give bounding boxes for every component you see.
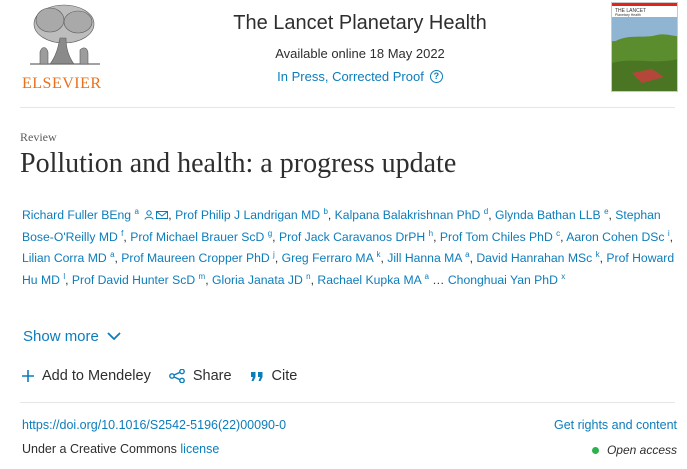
doi-link[interactable]: https://doi.org/10.1016/S2542-5196(22)00… [22, 418, 286, 432]
author-link[interactable]: Aaron Cohen DSc i [566, 229, 669, 244]
open-access-label: Open access [606, 443, 677, 457]
cite-label: Cite [271, 368, 298, 384]
author-link[interactable]: Chonghuai Yan PhD x [448, 272, 565, 287]
author-link[interactable]: Jill Hanna MA a [387, 250, 469, 265]
article-type: Review [20, 130, 57, 144]
show-more-label: Show more [23, 328, 99, 345]
journal-title[interactable]: The Lancet Planetary Health [160, 12, 560, 35]
cite-button[interactable]: Cite [250, 368, 298, 384]
share-button[interactable]: Share [168, 368, 232, 384]
author-link[interactable]: Prof David Hunter ScD m [72, 272, 205, 287]
show-more-button[interactable]: Show more [23, 328, 121, 345]
cover-subtitle: Planetary Health [615, 13, 641, 17]
license-info: Under a Creative Commons license [22, 442, 219, 456]
plus-icon [22, 370, 34, 382]
in-press-status[interactable]: In Press, Corrected Proof ? [160, 69, 560, 84]
author-link[interactable]: Lilian Corra MD a [22, 250, 115, 265]
email-icon[interactable] [156, 210, 169, 220]
available-online-date: Available online 18 May 2022 [275, 46, 445, 61]
person-icon[interactable] [144, 210, 154, 220]
elsevier-tree-icon [30, 4, 100, 65]
article-actions: Add to Mendeley Share Cite [22, 368, 315, 384]
article-title: Pollution and health: a progress update [20, 148, 457, 179]
author-ellipsis: … [432, 272, 445, 287]
author-link[interactable]: Gloria Janata JD n [212, 272, 311, 287]
in-press-label[interactable]: In Press, Corrected Proof [277, 69, 424, 84]
author-link[interactable]: Glynda Bathan LLB e [495, 207, 609, 222]
author-link[interactable]: Prof Jack Caravanos DrPH h [279, 229, 433, 244]
publisher-wordmark: ELSEVIER [22, 75, 102, 92]
elsevier-logo[interactable]: ELSEVIER [20, 2, 106, 94]
author-link[interactable]: Prof Philip J Landrigan MD b [175, 207, 328, 222]
author-link[interactable]: David Hanrahan MSc k [476, 250, 599, 265]
help-icon[interactable]: ? [429, 70, 443, 83]
chevron-down-icon [107, 332, 121, 341]
author-link[interactable]: Prof Michael Brauer ScD g [130, 229, 272, 244]
quote-icon [250, 372, 263, 381]
actions-divider [20, 402, 675, 403]
open-access-dot-icon [591, 446, 599, 454]
share-label: Share [192, 368, 232, 384]
author-link[interactable]: Greg Ferraro MA k [282, 250, 381, 265]
author-link[interactable]: Prof Maureen Cropper PhD j [121, 250, 275, 265]
author-link[interactable]: Richard Fuller BEng a [22, 207, 169, 222]
open-access-badge: Open access [591, 443, 677, 457]
share-icon [168, 369, 185, 383]
get-rights-link[interactable]: Get rights and content [554, 418, 677, 432]
author-link[interactable]: Kalpana Balakrishnan PhD d [335, 207, 489, 222]
author-link[interactable]: Rachael Kupka MA a [317, 272, 429, 287]
license-link[interactable]: license [180, 442, 219, 456]
author-list: Richard Fuller BEng a , Prof Philip J La… [22, 206, 675, 287]
author-link[interactable]: Prof Tom Chiles PhD c [440, 229, 560, 244]
add-to-mendeley-button[interactable]: Add to Mendeley [22, 368, 151, 384]
cover-illustration: THE LANCET Planetary Health [612, 3, 677, 91]
journal-cover-image[interactable]: THE LANCET Planetary Health [611, 2, 678, 92]
license-prefix: Under a Creative Commons [22, 442, 177, 456]
mendeley-label: Add to Mendeley [42, 368, 151, 384]
header-divider [20, 107, 675, 108]
